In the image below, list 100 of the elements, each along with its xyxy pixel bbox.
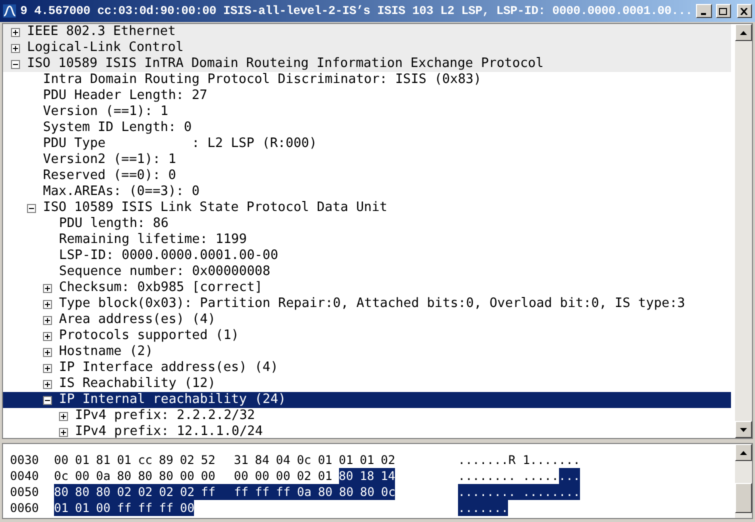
ascii-char[interactable]: . — [486, 468, 494, 484]
hex-byte[interactable]: 14 — [380, 468, 396, 484]
ascii-char[interactable]: . — [551, 452, 559, 468]
tree-row[interactable]: Checksum: 0xb985 [correct] — [3, 280, 731, 296]
ascii-char[interactable]: . — [486, 452, 494, 468]
hex-byte[interactable]: 80 — [360, 484, 381, 500]
hex-byte[interactable]: 80 — [138, 468, 152, 484]
hex-byte[interactable]: 02 — [138, 484, 159, 500]
ascii-char[interactable]: . — [501, 500, 508, 516]
scrollbar[interactable] — [735, 24, 752, 438]
tree-row[interactable]: ISO 10589 ISIS Link State Protocol Data Unit — [3, 200, 731, 216]
hex-byte[interactable]: ff — [234, 484, 255, 500]
tree-row[interactable]: Area address(es) (4) — [3, 312, 731, 328]
hex-byte[interactable]: 89 — [158, 452, 174, 468]
hex-byte[interactable]: 0c — [381, 484, 396, 500]
hex-byte[interactable]: 02 — [180, 452, 194, 468]
hex-byte[interactable]: 80 — [318, 484, 339, 500]
hex-byte[interactable]: 18 — [360, 468, 381, 484]
hex-byte[interactable]: 80 — [339, 484, 360, 500]
ascii-char[interactable]: . — [480, 452, 487, 468]
ascii-char[interactable]: . — [537, 452, 544, 468]
ascii-char[interactable]: . — [508, 468, 516, 484]
ascii-char[interactable]: . — [537, 484, 544, 500]
hex-byte[interactable]: 0c — [54, 468, 68, 484]
tree-row[interactable]: IP Interface address(es) (4) — [3, 360, 731, 376]
tree-row[interactable]: Intra Domain Routing Protocol Discriminator: ISIS (0x83) — [3, 72, 731, 88]
tree-row[interactable]: Protocols supported (1) — [3, 328, 731, 344]
ascii-char[interactable]: . — [458, 468, 466, 484]
tree-row[interactable]: Reserved (==0): 0 — [3, 168, 731, 184]
tree-row[interactable]: IEEE 802.3 Ethernet — [3, 24, 731, 40]
hex-byte[interactable]: 02 — [380, 452, 396, 468]
ascii-char[interactable]: . — [494, 452, 502, 468]
expand-icon[interactable] — [43, 284, 52, 292]
hex-byte[interactable]: 04 — [276, 452, 290, 468]
tree-row[interactable]: IPv4 prefix: 2.2.2.2/32 — [3, 408, 731, 424]
collapse-icon[interactable] — [27, 204, 36, 212]
tree-row[interactable]: System ID Length: 0 — [3, 120, 731, 136]
tree-row[interactable]: Version (==1): 1 — [3, 104, 731, 120]
tree-row[interactable]: Remaining lifetime: 1199 — [3, 232, 731, 248]
hex-byte[interactable]: ff — [201, 484, 234, 500]
hex-byte[interactable]: ff — [138, 500, 159, 516]
scroll-up-button[interactable] — [735, 24, 752, 41]
ascii-char[interactable]: . — [566, 452, 573, 468]
ascii-char[interactable]: . — [551, 468, 559, 484]
tree-row[interactable]: ISO 10589 ISIS InTRA Domain Routeing Information Exchange Protocol — [3, 56, 731, 72]
close-button[interactable] — [736, 4, 752, 18]
scroll-down-button[interactable] — [735, 421, 752, 438]
tree-row[interactable]: Sequence number: 0x00000008 — [3, 264, 731, 280]
hex-byte[interactable]: 80 — [158, 468, 174, 484]
tree-row[interactable]: IP Internal reachability (24) — [3, 392, 731, 408]
hex-byte[interactable]: 00 — [180, 468, 194, 484]
hex-byte[interactable]: 01 — [74, 452, 90, 468]
ascii-char[interactable]: . — [465, 452, 472, 468]
maximize-button[interactable] — [716, 4, 731, 18]
hex-byte[interactable]: 52 — [200, 452, 216, 468]
hex-byte[interactable]: 00 — [74, 468, 90, 484]
ascii-char[interactable]: . — [558, 468, 566, 484]
collapse-icon[interactable] — [11, 60, 20, 68]
tree-row[interactable]: Hostname (2) — [3, 344, 731, 360]
hex-byte[interactable]: 00 — [96, 500, 117, 516]
ascii-char[interactable]: . — [558, 452, 566, 468]
expand-icon[interactable] — [11, 44, 20, 52]
hex-byte[interactable]: 01 — [318, 452, 332, 468]
expand-icon[interactable] — [43, 332, 52, 340]
ascii-char[interactable]: . — [472, 500, 480, 516]
tree-row[interactable]: PDU Type : L2 LSP (R:000) — [3, 136, 731, 152]
ascii-char[interactable]: . — [472, 468, 480, 484]
hex-byte[interactable]: 00 — [234, 468, 248, 484]
ascii-char[interactable]: . — [551, 484, 559, 500]
hex-byte[interactable]: 01 — [54, 500, 75, 516]
ascii-char[interactable]: . — [573, 484, 580, 500]
ascii-char[interactable]: . — [465, 484, 472, 500]
ascii-char[interactable]: . — [522, 468, 530, 484]
expand-icon[interactable] — [43, 380, 52, 388]
collapse-icon[interactable] — [43, 396, 52, 404]
ascii-char[interactable]: . — [480, 468, 487, 484]
tree-row[interactable]: IPv4 prefix: 12.1.1.0/24 — [3, 424, 731, 438]
tree-row[interactable]: LSP-ID: 0000.0000.0001.00-00 — [3, 248, 731, 264]
tree-row[interactable]: Version2 (==1): 1 — [3, 152, 731, 168]
hex-byte[interactable]: 01 — [360, 452, 374, 468]
ascii-char[interactable]: . — [465, 500, 472, 516]
tree-row[interactable]: PDU Header Length: 27 — [3, 88, 731, 104]
hex-byte[interactable]: 01 — [75, 500, 96, 516]
hex-byte[interactable]: 80 — [75, 484, 96, 500]
hex-byte[interactable]: 80 — [116, 468, 132, 484]
ascii-char[interactable]: . — [458, 452, 466, 468]
hex-byte[interactable]: ff — [255, 484, 276, 500]
ascii-char[interactable]: . — [458, 500, 466, 516]
ascii-char[interactable]: R — [508, 452, 516, 468]
scroll-up-button[interactable] — [735, 444, 752, 461]
ascii-char[interactable]: . — [458, 484, 466, 500]
ascii-char[interactable]: . — [465, 468, 472, 484]
ascii-char[interactable]: . — [501, 468, 508, 484]
tree-row[interactable]: Logical-Link Control — [3, 40, 731, 56]
ascii-char[interactable]: . — [537, 468, 544, 484]
hex-byte[interactable]: 02 — [159, 484, 180, 500]
hex-byte[interactable]: 0c — [296, 452, 312, 468]
hex-byte[interactable]: 0a — [96, 468, 110, 484]
hex-byte[interactable]: 01 — [116, 452, 132, 468]
expand-icon[interactable] — [43, 300, 52, 308]
